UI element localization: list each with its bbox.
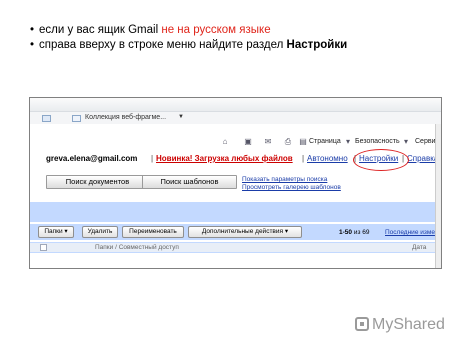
instruction-1-text: если у вас ящик Gmail [39,24,162,36]
new-feature-link[interactable]: Новинка! Загрузка любых файлов [156,154,293,163]
page-info: 1-50 из 69 [339,229,369,236]
action-bar: Папки ▾ Удалить Переименовать Дополнител… [30,224,441,240]
instruction-line-2: • справа вверху в строке меню найдите раз… [30,39,348,51]
search-templates-button[interactable]: Поиск шаблонов [142,175,237,189]
watermark-brand: MyShared [372,316,445,333]
watermark: MyShared [355,316,445,334]
page-menu[interactable]: Страница [309,138,341,145]
folders-button[interactable]: Папки ▾ [38,226,74,238]
page-icon[interactable]: ▤ [298,137,308,146]
search-row: Поиск документов Поиск шаблонов [30,175,441,189]
browser-tab-row: Коллекция веб-фрагме... ▼ [30,112,441,124]
template-gallery-link[interactable]: Просмотреть галерею шаблонов [242,184,341,192]
date-column-header[interactable]: Дата [412,244,426,251]
help-link[interactable]: Справка [407,154,438,163]
folder-header-row: Папки / Совместный доступ Дата [30,242,441,253]
instruction-1-highlight: не на русском языке [161,24,271,36]
print-icon[interactable]: ⎙ [283,137,293,146]
account-email: greva.elena@gmail.com [46,154,138,163]
instructions: • если у вас ящик Gmail не на русском язы… [30,23,347,53]
chevron-down-icon[interactable]: ▼ [178,114,184,120]
show-search-options-link[interactable]: Показать параметры поиска [242,176,341,184]
mail-icon[interactable]: ✉ [263,137,273,146]
rename-button[interactable]: Переименовать [122,226,184,238]
tab-label[interactable]: Коллекция веб-фрагме... [85,114,166,121]
offline-link[interactable]: Автономно [307,154,348,163]
page-of: из 69 [353,229,370,236]
chevron-down-icon[interactable]: ▾ [401,137,411,146]
home-icon[interactable]: ⌂ [220,137,230,146]
chevron-down-icon[interactable]: ▾ [343,137,353,146]
favorites-icon[interactable] [42,115,51,122]
page-tab-icon [72,115,81,122]
search-links: Показать параметры поиска Просмотреть га… [242,176,341,192]
more-actions-button[interactable]: Дополнительные действия ▾ [188,226,302,238]
gmail-docs-screenshot: Коллекция веб-фрагме... ▼ ⌂ ▣ ✉ ⎙ ▤ Стра… [29,97,442,269]
instruction-2-highlight: Настройки [286,39,348,51]
folder-path: Папки / Совместный доступ [95,244,179,251]
separator: | [302,154,305,163]
page-range: 1-50 [339,229,353,236]
instruction-line-1: • если у вас ящик Gmail не на русском язы… [30,24,271,36]
feeds-icon[interactable]: ▣ [243,137,253,146]
security-menu[interactable]: Безопасность [355,138,400,145]
search-documents-button[interactable]: Поиск документов [46,175,149,189]
watermark-logo-icon [355,317,369,331]
recent-changes-link[interactable]: Последние изме [385,229,435,236]
separator: | [151,154,154,163]
folders-label: Папки [44,228,63,235]
more-actions-label: Дополнительные действия [201,228,284,235]
settings-highlight-ring [353,149,409,171]
vertical-scrollbar[interactable] [435,124,441,268]
browser-topbar [30,98,441,112]
select-checkbox[interactable] [40,244,47,251]
blue-band [30,202,441,222]
instruction-2-text: справа вверху в строке меню найдите разд… [39,39,287,51]
delete-button[interactable]: Удалить [82,226,118,238]
browser-command-bar: ⌂ ▣ ✉ ⎙ ▤ Страница ▾ Безопасность ▾ Серв… [30,135,441,149]
